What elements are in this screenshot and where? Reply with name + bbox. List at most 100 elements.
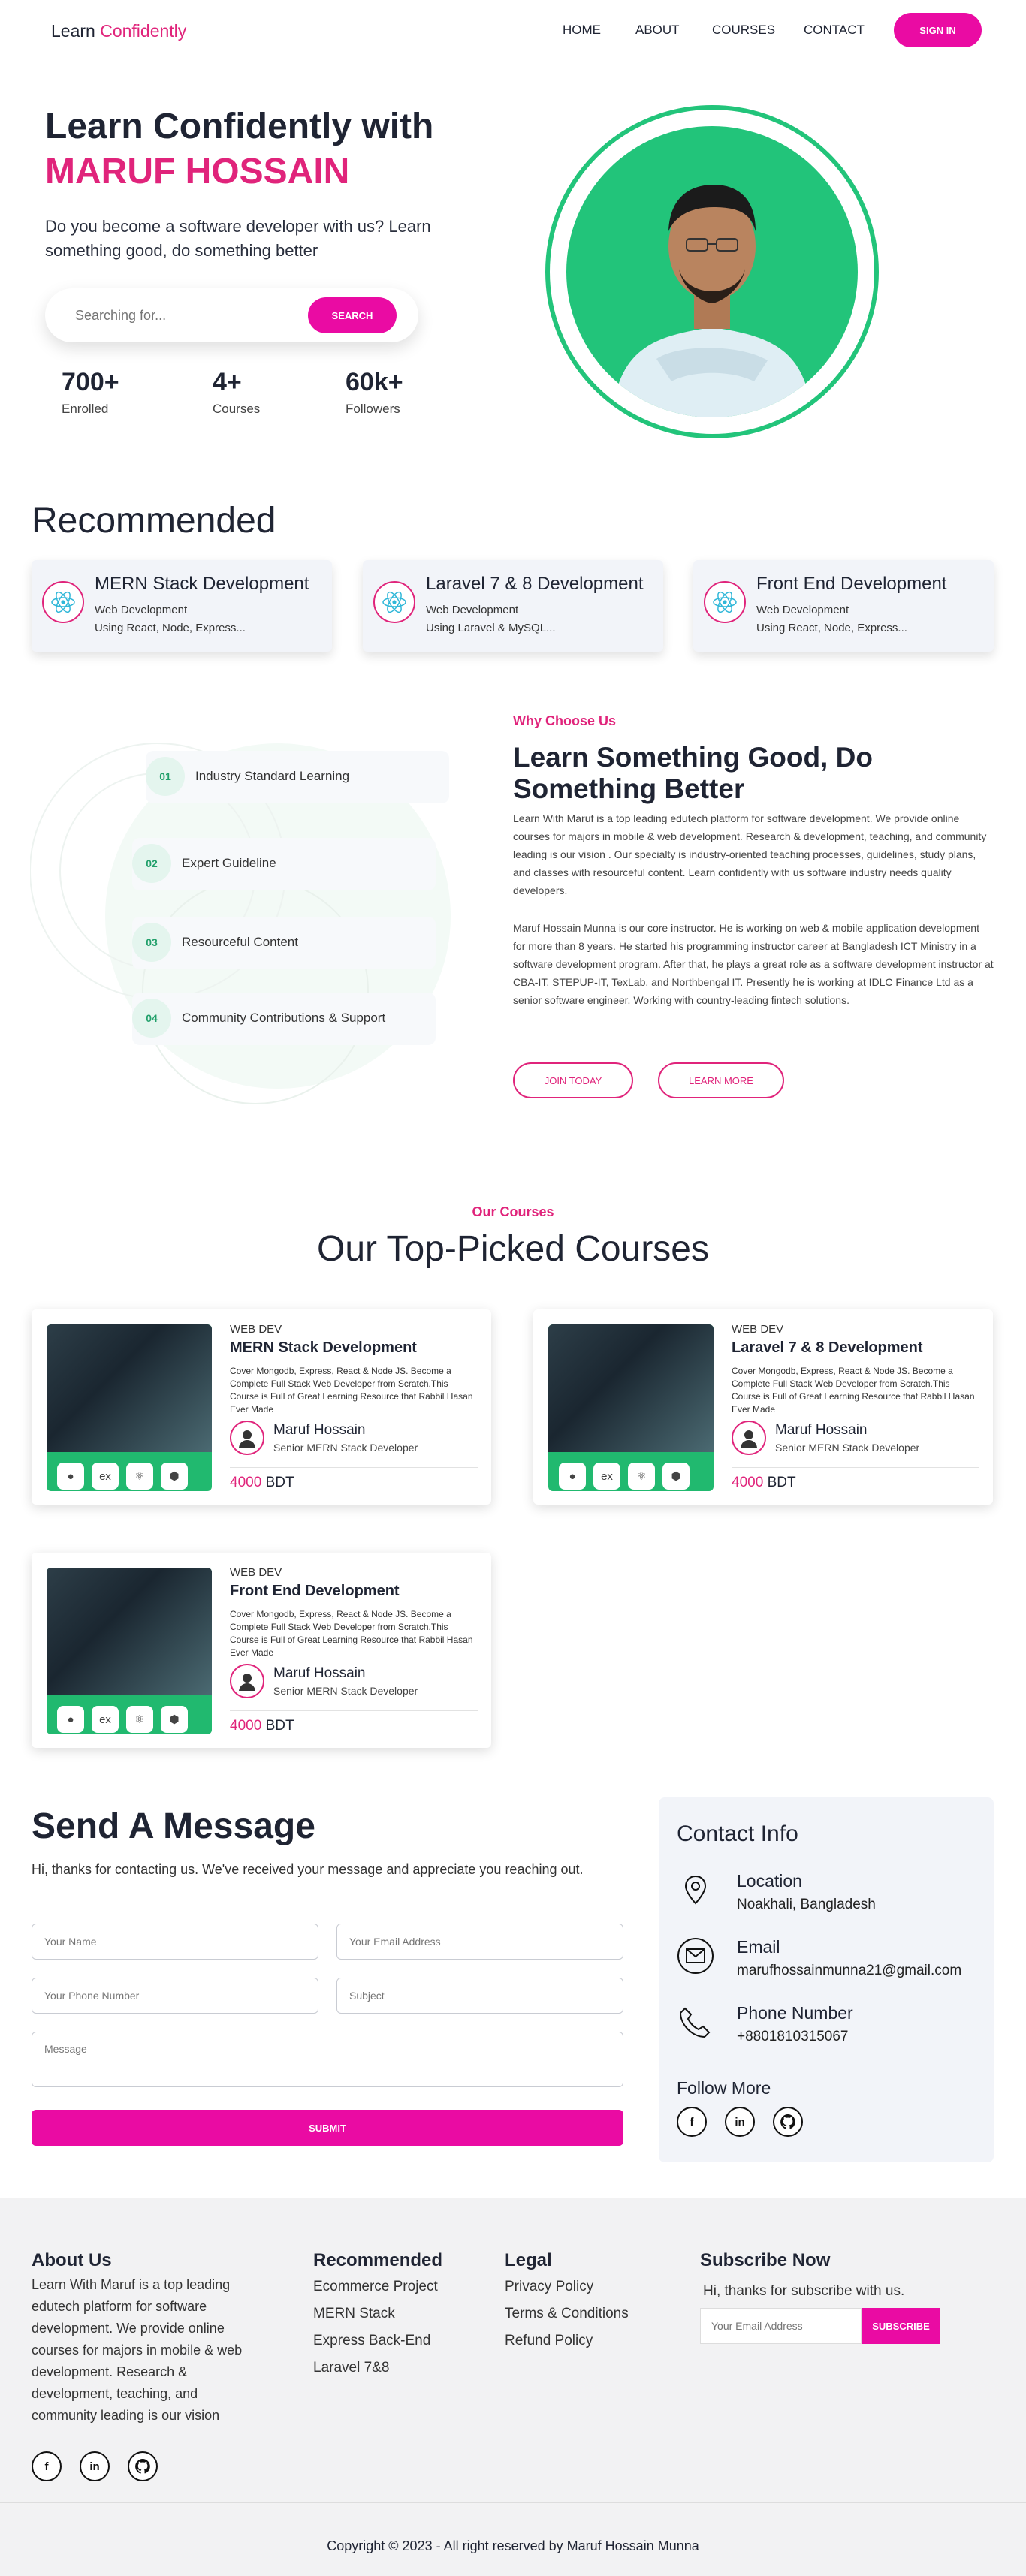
footer-link-laravel[interactable]: Laravel 7&8 bbox=[313, 2360, 389, 2376]
github-icon[interactable] bbox=[773, 2107, 803, 2137]
course-title[interactable]: Laravel 7 & 8 Development bbox=[732, 1339, 923, 1357]
footer-link-express[interactable]: Express Back-End bbox=[313, 2333, 430, 2349]
hero-title-name: MARUF HOSSAIN bbox=[45, 152, 350, 191]
footer-recommended-title: Recommended bbox=[313, 2250, 443, 2270]
contact-info-panel: Contact Info Location Noakhali, Banglade… bbox=[659, 1797, 994, 2162]
nodejs-icon: ⬢ bbox=[161, 1706, 188, 1733]
stat-label: Followers bbox=[346, 402, 400, 416]
nav-contact[interactable]: CONTACT bbox=[804, 23, 865, 38]
subject-field[interactable] bbox=[336, 1978, 623, 2014]
logo-main: Learn bbox=[51, 21, 95, 41]
footer-link-ecommerce[interactable]: Ecommerce Project bbox=[313, 2279, 438, 2295]
nav-about[interactable]: ABOUT bbox=[635, 23, 680, 38]
express-icon: ex bbox=[92, 1463, 119, 1490]
price-value: 4000 bbox=[732, 1475, 764, 1490]
contact-title: Send A Message bbox=[32, 1806, 315, 1846]
search-button[interactable]: SEARCH bbox=[308, 297, 397, 333]
mongodb-icon: ● bbox=[57, 1463, 84, 1490]
stat-followers: 60k+ Followers bbox=[346, 368, 403, 417]
recommended-card[interactable]: Laravel 7 & 8 Development Web Developmen… bbox=[363, 560, 663, 652]
subscribe-button[interactable]: SUBSCRIBE bbox=[862, 2308, 940, 2344]
name-field[interactable] bbox=[32, 1924, 318, 1960]
recommended-title: Recommended bbox=[32, 501, 276, 541]
nav-home[interactable]: HOME bbox=[563, 23, 601, 38]
hero-search: SEARCH bbox=[45, 288, 418, 342]
card-title: Laravel 7 & 8 Development bbox=[426, 574, 644, 594]
join-today-button[interactable]: JOIN TODAY bbox=[513, 1062, 633, 1098]
author-name: Maruf Hossain bbox=[273, 1422, 366, 1438]
card-category: Web Development bbox=[426, 604, 519, 616]
author-name: Maruf Hossain bbox=[273, 1665, 366, 1681]
footer-about-title: About Us bbox=[32, 2250, 112, 2270]
course-card[interactable]: ● ex ⚛ ⬢ WEB DEV MERN Stack Development … bbox=[32, 1309, 491, 1505]
why-step: 02 Expert Guideline bbox=[132, 838, 436, 890]
contact-location: Location Noakhali, Bangladesh bbox=[677, 1871, 977, 1924]
tech-tags: ● ex ⚛ ⬢ bbox=[57, 1706, 188, 1733]
email-field[interactable] bbox=[336, 1924, 623, 1960]
avatar bbox=[230, 1664, 264, 1698]
course-category: WEB DEV bbox=[732, 1323, 784, 1336]
hero-title: Learn Confidently with bbox=[45, 107, 434, 146]
search-input[interactable] bbox=[75, 305, 285, 326]
course-title[interactable]: MERN Stack Development bbox=[230, 1339, 417, 1357]
footer-subscribe-text: Hi, thanks for subscribe with us. bbox=[703, 2283, 905, 2299]
recommended-card[interactable]: MERN Stack Development Web Development U… bbox=[32, 560, 332, 652]
step-number: 04 bbox=[132, 999, 171, 1038]
stat-value: 700+ bbox=[62, 368, 119, 396]
footer-link-refund[interactable]: Refund Policy bbox=[505, 2333, 593, 2349]
footer-link-mern[interactable]: MERN Stack bbox=[313, 2306, 395, 2322]
facebook-icon[interactable]: f bbox=[677, 2107, 707, 2137]
learn-more-button[interactable]: LEARN MORE bbox=[658, 1062, 784, 1098]
course-card[interactable]: ● ex ⚛ ⬢ WEB DEV Front End Development C… bbox=[32, 1553, 491, 1748]
mail-icon bbox=[677, 1937, 714, 1975]
hero-portrait-frame bbox=[545, 105, 879, 438]
recommended-card[interactable]: Front End Development Web Development Us… bbox=[693, 560, 994, 652]
why-paragraph-1: Learn With Maruf is a top leading edutec… bbox=[513, 812, 987, 896]
mongodb-icon: ● bbox=[559, 1463, 586, 1490]
react-icon: ⚛ bbox=[628, 1463, 655, 1490]
footer-about-text: Learn With Maruf is a top leading edutec… bbox=[32, 2277, 243, 2423]
avatar bbox=[230, 1421, 264, 1455]
signin-button[interactable]: SIGN IN bbox=[894, 13, 982, 47]
react-icon bbox=[704, 581, 746, 623]
why-paragraph-2: Maruf Hossain Munna is our core instruct… bbox=[513, 922, 994, 1006]
footer-legal-title: Legal bbox=[505, 2250, 552, 2270]
step-label: Industry Standard Learning bbox=[195, 769, 350, 783]
price-value: 4000 bbox=[230, 1718, 262, 1734]
footer-divider bbox=[0, 2502, 1026, 2503]
nodejs-icon: ⬢ bbox=[161, 1463, 188, 1490]
subscribe-email-input[interactable] bbox=[700, 2308, 862, 2344]
author-name: Maruf Hossain bbox=[775, 1422, 868, 1438]
submit-button[interactable]: SUBMIT bbox=[32, 2110, 623, 2146]
message-field[interactable] bbox=[32, 2032, 623, 2087]
card-title: MERN Stack Development bbox=[95, 574, 309, 594]
react-icon: ⚛ bbox=[126, 1706, 153, 1733]
github-icon[interactable] bbox=[128, 2451, 158, 2481]
facebook-icon[interactable]: f bbox=[32, 2451, 62, 2481]
phone-field[interactable] bbox=[32, 1978, 318, 2014]
stat-courses: 4+ Courses bbox=[213, 368, 260, 417]
phone-icon bbox=[677, 2003, 714, 2041]
express-icon: ex bbox=[92, 1706, 119, 1733]
course-title[interactable]: Front End Development bbox=[230, 1583, 400, 1600]
footer-link-terms[interactable]: Terms & Conditions bbox=[505, 2306, 629, 2322]
site-logo[interactable]: Learn Confidently bbox=[51, 21, 186, 41]
course-card[interactable]: ● ex ⚛ ⬢ WEB DEV Laravel 7 & 8 Developme… bbox=[533, 1309, 993, 1505]
linkedin-icon[interactable]: in bbox=[725, 2107, 755, 2137]
price-value: 4000 bbox=[230, 1475, 262, 1490]
tech-tags: ● ex ⚛ ⬢ bbox=[57, 1463, 188, 1490]
linkedin-icon[interactable]: in bbox=[80, 2451, 110, 2481]
footer-link-privacy[interactable]: Privacy Policy bbox=[505, 2279, 593, 2295]
navbar: Learn Confidently HOME ABOUT COURSES CON… bbox=[0, 0, 1026, 62]
step-number: 02 bbox=[132, 844, 171, 883]
avatar bbox=[732, 1421, 766, 1455]
card-title: Front End Development bbox=[756, 574, 947, 594]
nav-courses[interactable]: COURSES bbox=[712, 23, 775, 38]
divider bbox=[732, 1467, 979, 1468]
contact-subtitle: Hi, thanks for contacting us. We've rece… bbox=[32, 1862, 584, 1877]
price-currency: BDT bbox=[767, 1475, 796, 1490]
phone-label: Phone Number bbox=[737, 2003, 853, 2023]
email-value[interactable]: marufhossainmunna21@gmail.com bbox=[737, 1963, 961, 1979]
author-role: Senior MERN Stack Developer bbox=[273, 1685, 418, 1697]
phone-value[interactable]: +8801810315067 bbox=[737, 2029, 848, 2045]
